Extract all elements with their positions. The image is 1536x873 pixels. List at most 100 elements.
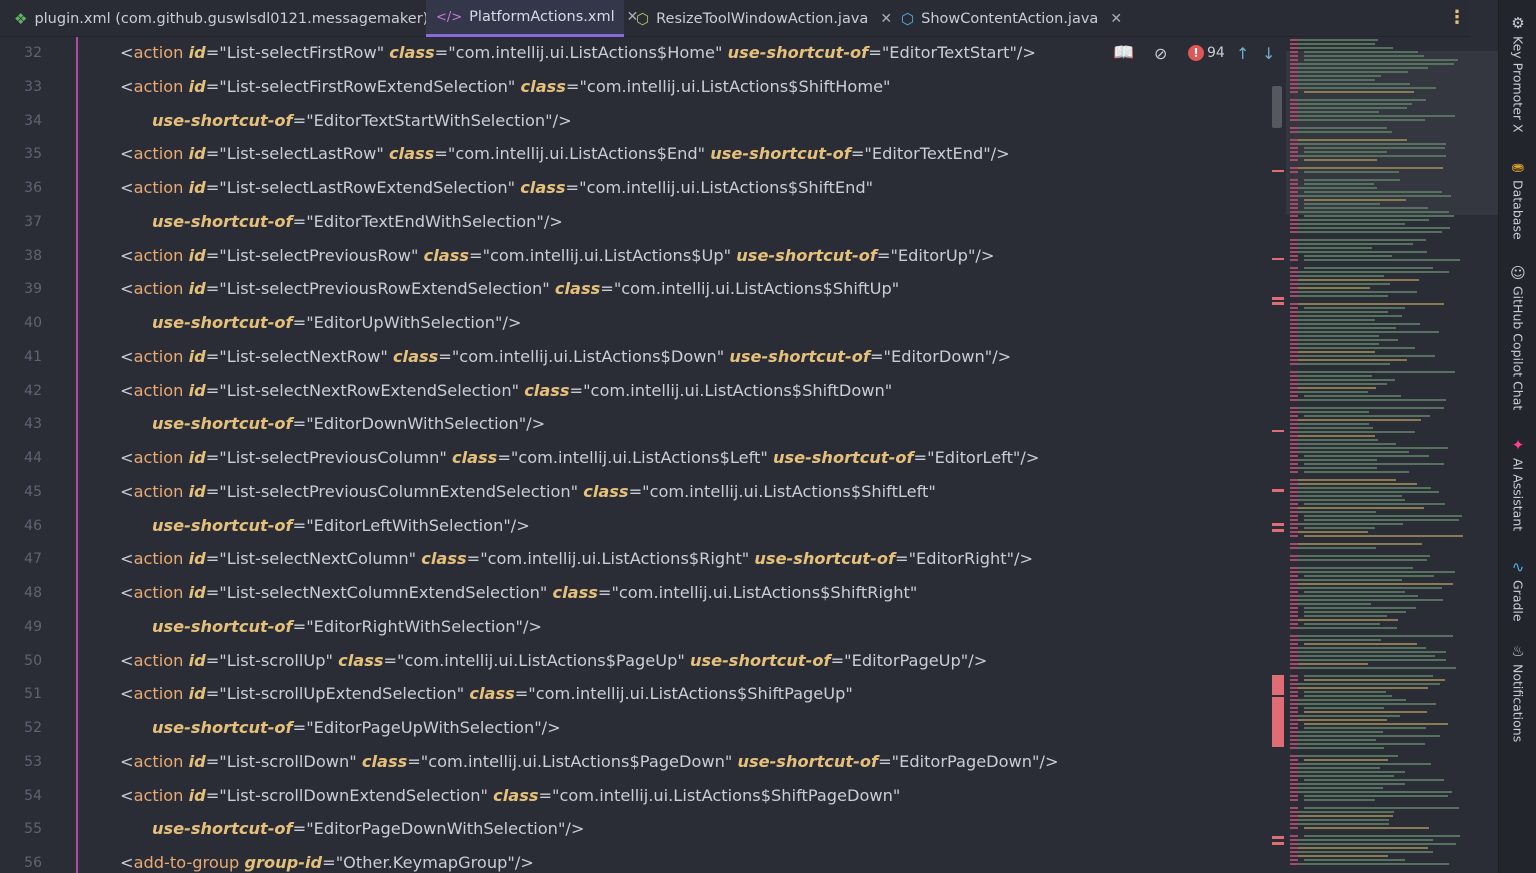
- minimap-line: [1290, 387, 1298, 389]
- previous-highlight-arrow-up-icon[interactable]: ↑: [1236, 42, 1249, 64]
- minimap-line: [1298, 647, 1426, 649]
- minimap-line: [1298, 851, 1433, 853]
- code-line[interactable]: use-shortcut-of="EditorTextStartWithSele…: [152, 111, 572, 130]
- code-line[interactable]: <action id="List-selectNextRow" class="c…: [120, 347, 1011, 366]
- code-line[interactable]: use-shortcut-of="EditorPageDownWithSelec…: [152, 819, 584, 838]
- minimap-line: [1290, 55, 1298, 57]
- punctuation: =: [205, 785, 220, 805]
- minimap-line: [1298, 435, 1375, 437]
- line-number: 55: [24, 821, 42, 838]
- hide-eye-icon[interactable]: ⊘: [1154, 42, 1167, 64]
- minimap-line: [1290, 839, 1298, 841]
- next-highlight-arrow-down-icon[interactable]: ↓: [1262, 42, 1275, 64]
- tab-platform-actions-xml[interactable]: </> PlatformActions.xml ✕: [426, 0, 638, 37]
- minimap-line: [1304, 707, 1384, 709]
- punctuation: />: [1020, 448, 1040, 467]
- more-tabs-kebab-icon[interactable]: ⋮: [1448, 8, 1466, 28]
- line-number: 35: [24, 146, 42, 163]
- minimap-line: [1290, 451, 1298, 453]
- code-line[interactable]: use-shortcut-of="EditorUpWithSelection"/…: [152, 313, 522, 332]
- code-line[interactable]: <action id="List-scrollUpExtendSelection…: [120, 684, 853, 703]
- error-stripe-marker[interactable]: [1272, 430, 1284, 432]
- minimap-line: [1298, 295, 1388, 297]
- tab-plugin-xml[interactable]: ❖ plugin.xml (com.github.guswlsdl0121.me…: [8, 0, 428, 37]
- error-stripe-marker[interactable]: [1272, 697, 1284, 747]
- code-line[interactable]: <action id="List-scrollDownExtendSelecti…: [120, 786, 900, 805]
- minimap-line: [1304, 675, 1433, 677]
- xml-tag-name: action: [133, 751, 184, 771]
- error-stripe-marker[interactable]: [1272, 836, 1284, 839]
- error-stripe-marker[interactable]: [1272, 842, 1284, 845]
- tool-database[interactable]: ⛂ Database: [1499, 158, 1536, 240]
- error-stripe-marker[interactable]: [1272, 258, 1284, 260]
- error-stripe-marker[interactable]: [1272, 529, 1284, 532]
- code-line[interactable]: use-shortcut-of="EditorRightWithSelectio…: [152, 617, 542, 636]
- tool-ai-assistant[interactable]: ✦ AI Assistant: [1499, 436, 1536, 531]
- minimap-line: [1290, 83, 1298, 85]
- code-line[interactable]: use-shortcut-of="EditorLeftWithSelection…: [152, 516, 530, 535]
- tool-gradle[interactable]: ∿ Gradle: [1499, 558, 1536, 622]
- code-line[interactable]: <action id="List-selectPreviousRow" clas…: [120, 246, 994, 265]
- minimap-line: [1298, 195, 1451, 197]
- code-line[interactable]: <action id="List-scrollUp" class="com.in…: [120, 651, 987, 670]
- code-line[interactable]: <action id="List-selectNextRowExtendSele…: [120, 381, 892, 400]
- error-stripe-marker[interactable]: [1272, 523, 1284, 526]
- minimap-line: [1298, 67, 1428, 69]
- vertical-scrollbar-thumb[interactable]: [1272, 86, 1282, 128]
- minimap-line: [1290, 423, 1298, 425]
- code-line[interactable]: <action id="List-selectPreviousColumn" c…: [120, 448, 1039, 467]
- error-stripe-marker[interactable]: [1272, 170, 1284, 172]
- code-minimap[interactable]: [1286, 37, 1498, 873]
- error-stripe-marker[interactable]: [1272, 297, 1284, 300]
- punctuation: =: [292, 110, 307, 130]
- code-line[interactable]: <action id="List-scrollDown" class="com.…: [120, 752, 1059, 771]
- xml-attribute-name: id: [188, 650, 206, 670]
- tab-show-content-action[interactable]: ⬡ ShowContentAction.java ✕: [893, 0, 1123, 37]
- xml-attribute-name: class: [421, 549, 467, 569]
- minimap-line: [1290, 155, 1298, 157]
- minimap-line: [1298, 107, 1407, 109]
- reader-mode-book-icon[interactable]: 📖: [1113, 42, 1134, 64]
- code-line[interactable]: <action id="List-selectPreviousColumnExt…: [120, 482, 936, 501]
- inspection-errors-widget[interactable]: ! 94: [1188, 42, 1225, 64]
- minimap-line: [1304, 835, 1460, 837]
- code-line[interactable]: <action id="List-selectFirstRowExtendSel…: [120, 77, 891, 96]
- punctuation: />: [502, 313, 522, 332]
- minimap-line: [1298, 627, 1397, 629]
- minimap-line: [1290, 187, 1298, 189]
- minimap-line: [1298, 771, 1405, 773]
- close-icon[interactable]: ✕: [880, 11, 892, 27]
- code-line[interactable]: <action id="List-selectLastRow" class="c…: [120, 144, 1010, 163]
- minimap-line: [1290, 799, 1298, 801]
- error-stripe-marker[interactable]: [1272, 302, 1284, 305]
- close-icon[interactable]: ✕: [1110, 11, 1122, 27]
- code-line[interactable]: <action id="List-selectPreviousRowExtend…: [120, 279, 899, 298]
- code-line[interactable]: <action id="List-selectNextColumn" class…: [120, 549, 1033, 568]
- xml-attribute-name: id: [188, 43, 206, 62]
- tab-resize-tool-window-action[interactable]: ⬡ ResizeToolWindowAction.java ✕: [628, 0, 892, 37]
- error-stripe-marker[interactable]: [1272, 489, 1284, 492]
- xml-tag-name: action: [133, 245, 184, 265]
- tool-github-copilot-chat[interactable]: ☺ GitHub Copilot Chat: [1499, 264, 1536, 410]
- code-line[interactable]: <action id="List-selectNextColumnExtendS…: [120, 583, 917, 602]
- code-line[interactable]: use-shortcut-of="EditorPageUpWithSelecti…: [152, 718, 561, 737]
- code-line[interactable]: <action id="List-selectLastRowExtendSele…: [120, 178, 873, 197]
- minimap-line: [1290, 731, 1298, 733]
- minimap-line: [1290, 479, 1298, 481]
- code-line[interactable]: use-shortcut-of="EditorTextEndWithSelect…: [152, 212, 563, 231]
- minimap-line: [1298, 119, 1425, 121]
- tool-key-promoter-x[interactable]: ⚙ Key Promoter X: [1499, 14, 1536, 133]
- code-line[interactable]: use-shortcut-of="EditorDownWithSelection…: [152, 414, 545, 433]
- xml-attribute-value: "Other.KeymapGroup": [335, 853, 515, 872]
- xml-attribute-name: use-shortcut-of: [152, 819, 293, 839]
- punctuation: />: [514, 853, 534, 872]
- code-line[interactable]: <add-to-group group-id="Other.KeymapGrou…: [120, 853, 534, 872]
- minimap-line: [1290, 271, 1298, 273]
- minimap-line: [1298, 819, 1389, 821]
- minimap-line: [1298, 303, 1444, 305]
- line-number: 40: [24, 315, 42, 331]
- code-editor[interactable]: <action id="List-selectFirstRow" class="…: [80, 37, 1280, 873]
- error-stripe-marker[interactable]: [1272, 675, 1284, 695]
- code-line[interactable]: <action id="List-selectFirstRow" class="…: [120, 43, 1036, 62]
- tool-notifications[interactable]: ♨ Notifications: [1499, 642, 1536, 742]
